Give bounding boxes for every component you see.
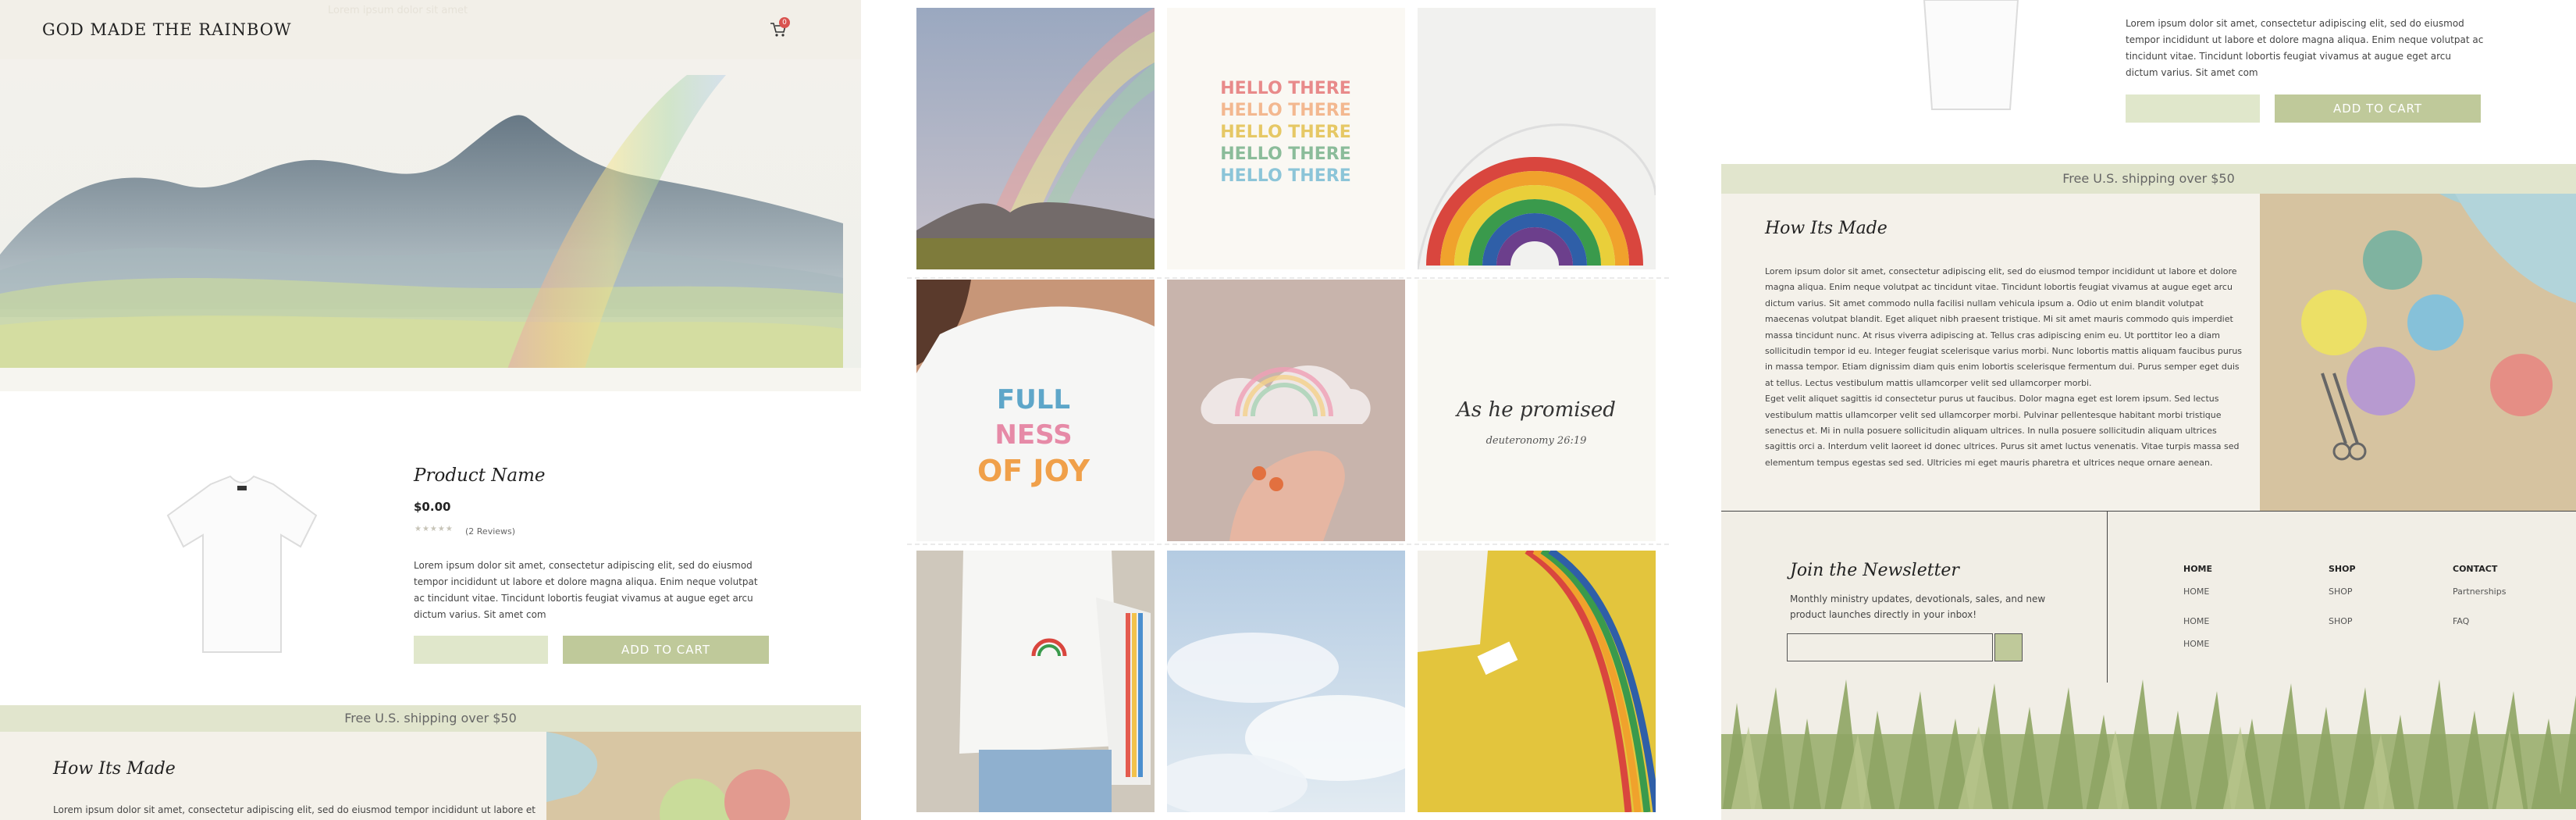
rating-stars[interactable]: ★★★★★ [415,525,454,533]
svg-text:HELLO THERE: HELLO THERE [1220,123,1350,142]
product-price: $0.00 [414,500,451,514]
svg-text:NESS: NESS [994,419,1072,451]
footer-col-contact-heading[interactable]: CONTACT [2453,564,2497,574]
cart-count-badge: 0 [779,17,790,28]
shipping-banner: Free U.S. shipping over $50 [1721,164,2576,194]
yarn-photo [546,732,861,820]
footer-link[interactable]: HOME [2183,639,2209,649]
gallery-tile-hello-there[interactable]: HELLO THERE HELLO THERE HELLO THERE HELL… [1167,8,1405,269]
svg-text:As he promised: As he promised [1455,398,1616,422]
how-its-made-body: Lorem ipsum dolor sit amet, consectetur … [1765,264,2243,471]
footer-link[interactable]: SHOP [2329,586,2353,597]
product-name: Product Name [414,465,546,486]
how-its-made-title: How Its Made [1765,219,1888,238]
gallery-tile-as-he-promised[interactable]: As he promised deuteronomy 26:19 [1418,280,1656,541]
product-description: Lorem ipsum dolor sit amet, consectetur … [414,560,758,620]
footer-col-shop-heading[interactable]: SHOP [2329,564,2356,574]
site-header: GOD MADE THE RAINBOW Lorem ipsum dolor s… [0,0,861,59]
site-logo[interactable]: GOD MADE THE RAINBOW [42,20,292,39]
gallery-tile-rainbow-mountain[interactable] [916,8,1155,269]
gallery-divider [907,544,1669,545]
watercolor-landscape-image [0,59,861,391]
add-to-cart-button[interactable]: ADD TO CART [2275,94,2481,123]
newsletter-email-input[interactable] [1787,633,1993,661]
newsletter-text: Monthly ministry updates, devotionals, s… [1790,594,2046,620]
gallery-tile-rainbow-suncatcher[interactable] [1167,280,1405,541]
review-count[interactable]: (2 Reviews) [465,526,515,537]
gallery-tile-yellow-tote[interactable] [1418,551,1656,812]
footer-grass-illustration [1721,679,2576,820]
quantity-field[interactable] [414,636,548,664]
gallery-divider [907,277,1669,279]
gallery-tile-rainbow-shirt[interactable] [1418,8,1656,269]
product-description: Lorem ipsum dolor sit amet, consectetur … [2126,18,2484,78]
footer-link[interactable]: HOME [2183,586,2209,597]
quantity-field[interactable] [2126,94,2260,123]
gallery-tile-sleeve-shirt[interactable] [916,551,1155,812]
product-page-scrolled-panel: Lorem ipsum dolor sit amet, consectetur … [1721,0,2576,820]
shipping-banner: Free U.S. shipping over $50 [0,705,861,732]
gallery-panel: HELLO THERE HELLO THERE HELLO THERE HELL… [907,0,1669,820]
svg-text:HELLO THERE: HELLO THERE [1220,101,1350,120]
header-ghost-text: Lorem ipsum dolor sit amet [328,5,468,16]
yarn-photo [2260,194,2576,511]
svg-text:HELLO THERE: HELLO THERE [1220,79,1350,98]
footer-col-home-heading[interactable]: HOME [2183,564,2212,574]
footer-link[interactable]: FAQ [2453,616,2469,626]
svg-text:HELLO THERE: HELLO THERE [1220,166,1350,186]
how-its-made-paragraph: Lorem ipsum dolor sit amet, consectetur … [1765,266,2243,388]
add-to-cart-button[interactable]: ADD TO CART [563,636,769,664]
newsletter-title: Join the Newsletter [1790,561,1959,580]
how-its-made-preview: Lorem ipsum dolor sit amet, consectetur … [53,804,535,815]
footer-divider [2107,511,2108,683]
gallery-tile-clouds[interactable] [1167,551,1405,812]
tshirt-product-image[interactable] [156,469,328,664]
svg-text:OF JOY: OF JOY [977,454,1091,488]
how-its-made-paragraph: Eget velit aliquet sagittis id consectet… [1765,394,2240,468]
footer-link[interactable]: SHOP [2329,616,2353,626]
how-its-made-title: How Its Made [53,759,176,779]
footer-link[interactable]: HOME [2183,616,2209,626]
hero-watercolor-banner [0,59,861,391]
svg-text:HELLO THERE: HELLO THERE [1220,144,1350,164]
product-page-panel: GOD MADE THE RAINBOW Lorem ipsum dolor s… [0,0,861,820]
svg-text:FULL: FULL [997,384,1070,415]
tshirt-product-image[interactable] [1893,0,2049,117]
newsletter-submit-button[interactable] [1994,633,2023,661]
footer-link[interactable]: Partnerships [2453,586,2506,597]
gallery-tile-fullness-of-joy[interactable]: FULL NESS OF JOY [916,280,1155,541]
svg-text:deuteronomy 26:19: deuteronomy 26:19 [1486,435,1587,447]
